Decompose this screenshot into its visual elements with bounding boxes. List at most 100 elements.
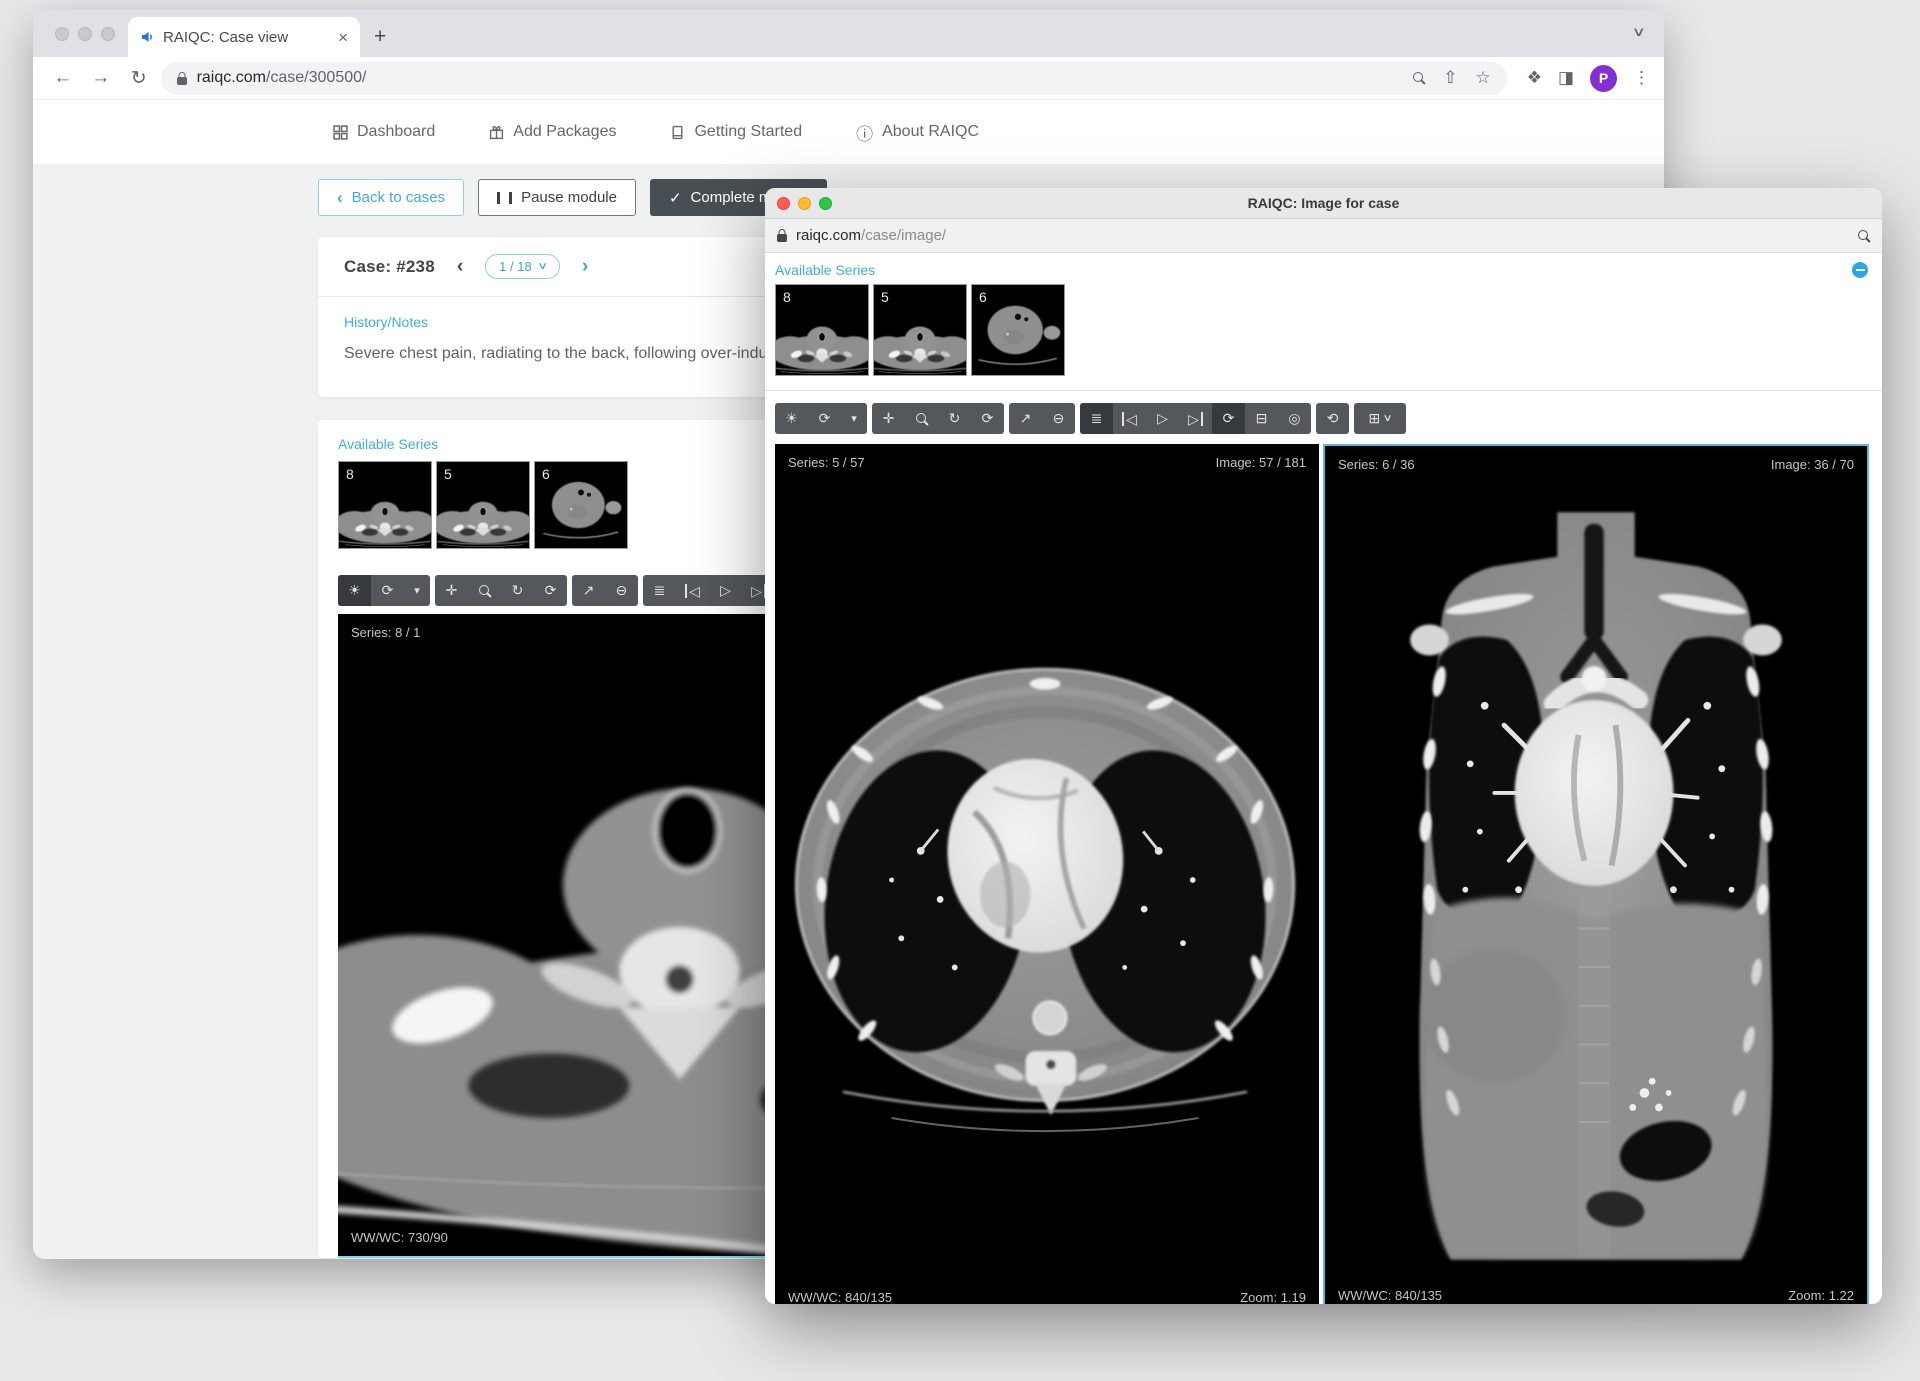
series-thumbnail-6[interactable]: 6 bbox=[534, 461, 628, 549]
series-thumbnail-5[interactable]: 5 bbox=[873, 284, 967, 376]
flip-button[interactable]: ⟳ bbox=[971, 403, 1004, 434]
pause-icon bbox=[497, 192, 512, 204]
pause-module-button[interactable]: Pause module bbox=[478, 179, 636, 216]
zoom-window-button[interactable] bbox=[101, 27, 115, 41]
nav-item-dashboard[interactable]: Dashboard bbox=[333, 123, 435, 141]
series-number: 8 bbox=[346, 466, 354, 482]
zoom-page-icon[interactable] bbox=[1858, 230, 1870, 242]
reset-button[interactable]: ⟲ bbox=[1316, 403, 1349, 434]
reading-list-icon[interactable]: ◨ bbox=[1558, 68, 1574, 88]
popup-series-header: Available Series bbox=[775, 262, 1882, 278]
info-icon: ⓘ bbox=[856, 120, 873, 145]
remove-annotation-button[interactable]: ⊖ bbox=[605, 575, 638, 606]
series-thumbnail-8[interactable]: 8 bbox=[775, 284, 869, 376]
tab-search-chevron-icon[interactable]: ∨ bbox=[1632, 24, 1646, 40]
browser-tab[interactable]: RAIQC: Case view × bbox=[128, 17, 360, 57]
series-thumbnail-8[interactable]: 8 bbox=[338, 461, 432, 549]
wwwc-preset-caret[interactable]: ▾ bbox=[404, 575, 430, 606]
sync-button[interactable]: ◎ bbox=[1278, 403, 1311, 434]
minimize-window-button[interactable] bbox=[78, 27, 92, 41]
popup-title-bar[interactable]: RAIQC: Image for case bbox=[765, 188, 1882, 219]
bookmark-star-icon[interactable]: ☆ bbox=[1475, 68, 1490, 88]
wwwc-button[interactable]: ☀ bbox=[338, 575, 371, 606]
rotate-button[interactable]: ↻ bbox=[938, 403, 971, 434]
layers-button[interactable]: ≣ bbox=[1080, 403, 1113, 434]
reload-button[interactable]: ↻ bbox=[123, 67, 155, 90]
next-case-button[interactable]: › bbox=[582, 256, 588, 278]
pause-module-label: Pause module bbox=[521, 189, 617, 206]
tab-close-icon[interactable]: × bbox=[338, 29, 348, 46]
toolbar-group-layout: ⊞ ∨ bbox=[1354, 403, 1406, 434]
viewport-zoom-label: Zoom: 1.22 bbox=[1788, 1288, 1854, 1303]
share-icon[interactable]: ⇧ bbox=[1443, 68, 1457, 88]
package-icon bbox=[489, 125, 504, 140]
nav-item-getting-started[interactable]: Getting Started bbox=[670, 123, 802, 141]
wwwc-preset-caret[interactable]: ▾ bbox=[841, 403, 867, 434]
browser-menu-icon[interactable]: ⋮ bbox=[1633, 68, 1650, 88]
play-button[interactable]: ▷ bbox=[1146, 403, 1179, 434]
new-tab-button[interactable]: + bbox=[374, 25, 386, 49]
layout-button[interactable]: ⊞ ∨ bbox=[1354, 403, 1406, 434]
popup-address-bar[interactable]: raiqc.com/case/image/ bbox=[765, 219, 1882, 253]
nav-label: About RAIQC bbox=[882, 123, 979, 141]
divider bbox=[765, 390, 1882, 391]
first-image-button[interactable]: ◁ bbox=[1113, 403, 1146, 434]
viewport-series-label: Series: 6 / 36 bbox=[1338, 457, 1415, 472]
browser-toolbar: ← → ↻ raiqc.com/case/300500/ ⇧ ☆ ❖ ◨ P ⋮ bbox=[33, 57, 1664, 100]
toolbar-group-transform: ✛ ↻ ⟳ bbox=[872, 403, 1004, 434]
first-image-button[interactable]: ◁ bbox=[676, 575, 709, 606]
check-icon: ✓ bbox=[669, 189, 682, 207]
collapse-series-icon[interactable] bbox=[1852, 262, 1868, 278]
ct-viewport-series5[interactable]: Series: 5 / 57 Image: 57 / 181 WW/WC: 84… bbox=[775, 444, 1319, 1304]
back-to-cases-label: Back to cases bbox=[352, 189, 445, 206]
toolbar-group-annotate: ↗ ⊖ bbox=[572, 575, 638, 606]
previous-case-button[interactable]: ‹ bbox=[457, 256, 463, 278]
viewport-series-label: Series: 8 / 1 bbox=[351, 625, 420, 640]
zoom-tool-button[interactable] bbox=[468, 575, 501, 606]
pan-button[interactable]: ✛ bbox=[872, 403, 905, 434]
loop-button[interactable]: ⟳ bbox=[1212, 403, 1245, 434]
site-navbar: Dashboard Add Packages Getting Started ⓘ… bbox=[33, 100, 1664, 164]
ct-axial-heart-image bbox=[775, 444, 1319, 1304]
tab-title: RAIQC: Case view bbox=[163, 29, 329, 46]
zoom-tool-button[interactable] bbox=[905, 403, 938, 434]
flip-button[interactable]: ⟳ bbox=[534, 575, 567, 606]
ct-viewport-series6[interactable]: Series: 6 / 36 Image: 36 / 70 WW/WC: 840… bbox=[1323, 444, 1869, 1304]
zoom-window-button[interactable] bbox=[819, 197, 832, 210]
series-thumbnail-5[interactable]: 5 bbox=[436, 461, 530, 549]
close-window-button[interactable] bbox=[55, 27, 69, 41]
forward-button[interactable]: → bbox=[85, 67, 117, 89]
zoom-page-icon[interactable] bbox=[1413, 72, 1425, 84]
invert-button[interactable]: ⟳ bbox=[808, 403, 841, 434]
back-to-cases-button[interactable]: ‹ Back to cases bbox=[318, 179, 464, 216]
profile-avatar[interactable]: P bbox=[1590, 65, 1617, 92]
nav-item-add-packages[interactable]: Add Packages bbox=[489, 123, 616, 141]
wwwc-button[interactable]: ☀ bbox=[775, 403, 808, 434]
extensions-puzzle-icon[interactable]: ❖ bbox=[1527, 68, 1542, 88]
desktop: RAIQC: Case view × + ∨ ← → ↻ raiqc.com/c… bbox=[0, 0, 1920, 1381]
series-thumbnail-6[interactable]: 6 bbox=[971, 284, 1065, 376]
module-actions: ‹ Back to cases Pause module ✓ Complete … bbox=[318, 179, 827, 216]
magnifier-icon bbox=[916, 413, 928, 425]
skip-end-icon: ▷ bbox=[1188, 412, 1203, 426]
nav-item-about[interactable]: ⓘ About RAIQC bbox=[856, 120, 979, 145]
close-window-button[interactable] bbox=[777, 197, 790, 210]
layers-button[interactable]: ≣ bbox=[643, 575, 676, 606]
pan-button[interactable]: ✛ bbox=[435, 575, 468, 606]
minimize-window-button[interactable] bbox=[798, 197, 811, 210]
split-view-button[interactable]: ⊟ bbox=[1245, 403, 1278, 434]
invert-button[interactable]: ⟳ bbox=[371, 575, 404, 606]
back-button[interactable]: ← bbox=[47, 67, 79, 89]
case-pager-dropdown[interactable]: 1 / 18 ∨ bbox=[485, 254, 560, 279]
toolbar-group-transform: ✛ ↻ ⟳ bbox=[435, 575, 567, 606]
ct-coronal-image bbox=[1325, 446, 1867, 1304]
annotate-arrow-button[interactable]: ↗ bbox=[1009, 403, 1042, 434]
last-image-button[interactable]: ▷ bbox=[1179, 403, 1212, 434]
play-button[interactable]: ▷ bbox=[709, 575, 742, 606]
address-bar[interactable]: raiqc.com/case/300500/ ⇧ ☆ bbox=[161, 62, 1507, 95]
dashboard-grid-icon bbox=[333, 125, 348, 140]
annotate-arrow-button[interactable]: ↗ bbox=[572, 575, 605, 606]
remove-annotation-button[interactable]: ⊖ bbox=[1042, 403, 1075, 434]
rotate-button[interactable]: ↻ bbox=[501, 575, 534, 606]
viewer-toolbar: ☀ ⟳ ▾ ✛ ↻ ⟳ ↗ ⊖ ≣ ◁ ▷ ▷ bbox=[775, 403, 1882, 434]
